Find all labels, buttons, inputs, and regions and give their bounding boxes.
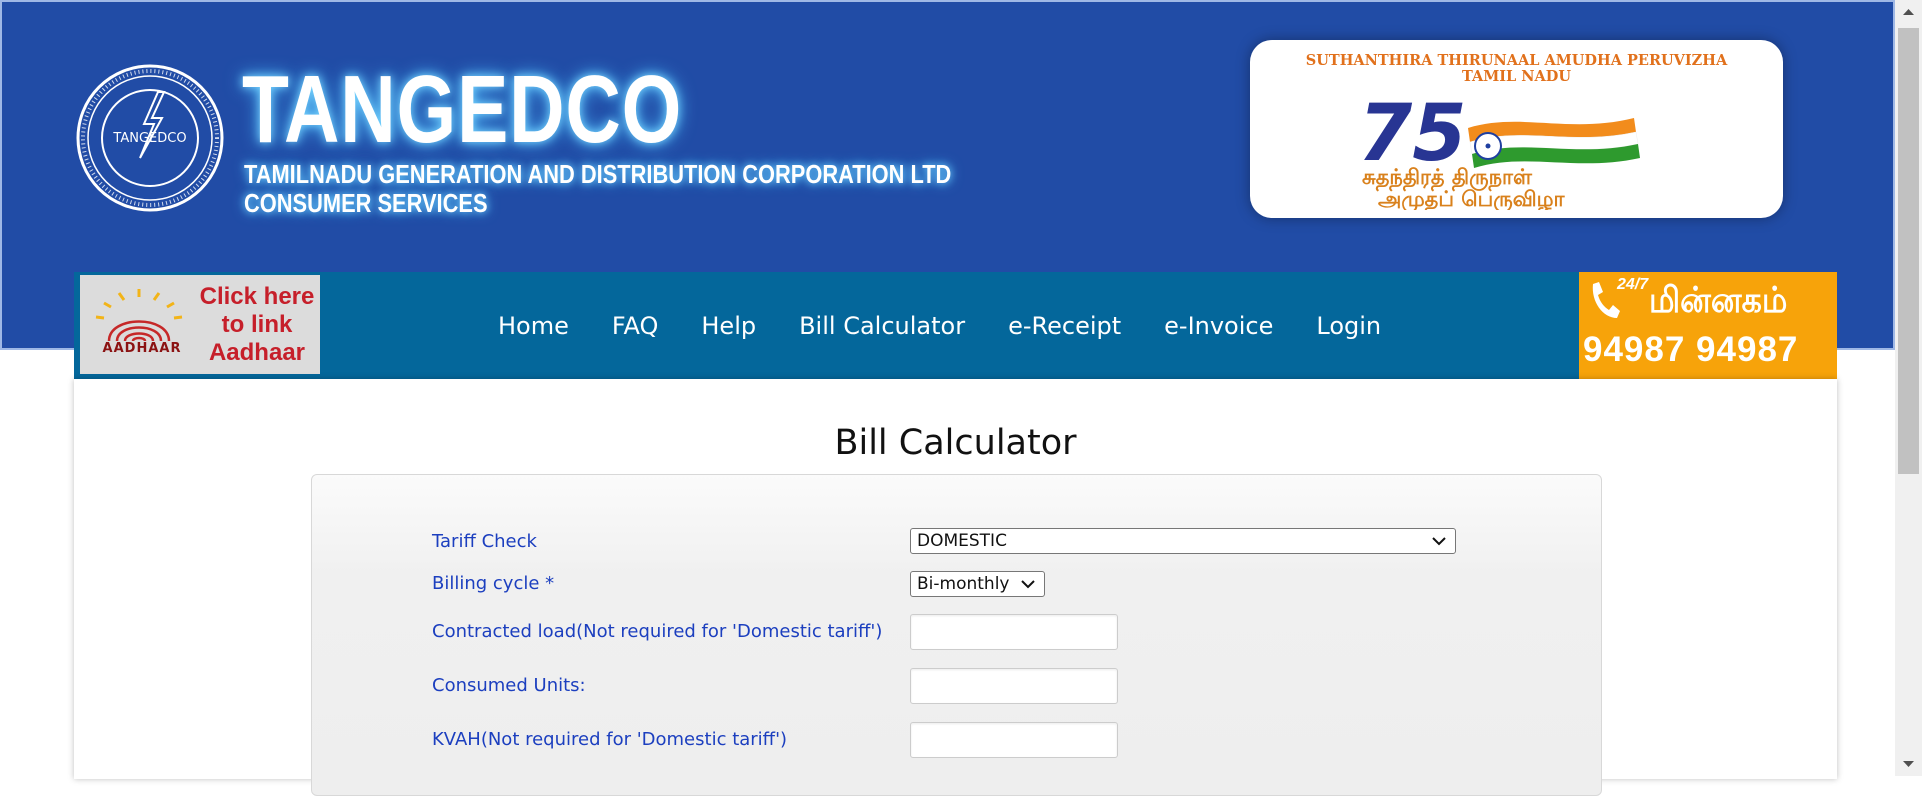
contracted-load-label: Contracted load(Not required for 'Domest… [432,621,883,642]
helpline-title: மின்னகம் [1649,280,1788,321]
aadhaar-cta-text: Click here to link Aadhaar [199,283,315,366]
tariff-check-label: Tariff Check [432,531,537,552]
tangedco-seal-logo: TANGEDCO [76,64,224,212]
nav-login[interactable]: Login [1316,312,1381,340]
scroll-down-arrow-icon[interactable] [1903,760,1914,768]
helpline-number: 94987 94987 [1583,330,1799,369]
bill-calculator-form: Tariff Check DOMESTIC Billing cycle * Bi… [311,474,1602,796]
azadi-amrit-mahotsav-card: SUTHANTHIRA THIRUNAAL AMUDHA PERUVIZHA T… [1250,40,1783,218]
minnagam-helpline: 24/7 மின்னகம் 94987 94987 [1579,272,1837,379]
event-logo-text-2: அமுதப் பெருவிழா [1378,187,1565,210]
event-line-1: SUTHANTHIRA THIRUNAAL AMUDHA PERUVIZHA [1305,52,1728,69]
kvah-input[interactable] [910,722,1118,758]
nav-faq[interactable]: FAQ [612,312,659,340]
brand-title: TANGEDCO [242,56,683,163]
vertical-scrollbar[interactable] [1895,0,1922,776]
consumed-units-input[interactable] [910,668,1118,704]
kvah-label: KVAH(Not required for 'Domestic tariff') [432,729,788,750]
consumed-units-label: Consumed Units: [432,675,586,696]
scrollbar-thumb[interactable] [1898,28,1919,474]
billing-cycle-select[interactable]: Bi-monthly [910,571,1045,597]
amudha-peruvizha-logo: 75 சுதந்திரத் திருநாள் அமுதப் பெருவிழா [1358,98,1640,210]
aadhaar-link-banner[interactable]: AADHAAR Click here to link Aadhaar [80,275,320,374]
event-line-2: TAMIL NADU [1461,68,1572,85]
brand-service: CONSUMER SERVICES [244,188,488,218]
tariff-check-value: DOMESTIC [917,531,1007,551]
nav-help[interactable]: Help [701,312,756,340]
page-title: Bill Calculator [834,423,1077,463]
aadhaar-word: AADHAAR [102,341,182,356]
helpline-badge: 24/7 [1617,276,1649,293]
tariff-check-select[interactable]: DOMESTIC [910,528,1456,554]
main-navbar: AADHAAR Click here to link Aadhaar Home … [74,272,1837,379]
chevron-down-icon [1021,580,1035,589]
billing-cycle-value: Bi-monthly [917,574,1010,594]
nav-home[interactable]: Home [498,312,569,340]
billing-cycle-label: Billing cycle * [432,573,555,594]
phone-icon [1592,282,1620,318]
brand-subtitle: TAMILNADU GENERATION AND DISTRIBUTION CO… [244,159,952,189]
seal-text: TANGEDCO [112,131,186,146]
nav-menu: Home FAQ Help Bill Calculator e-Receipt … [498,272,1424,379]
nav-e-invoice[interactable]: e-Invoice [1164,312,1273,340]
nav-bill-calculator[interactable]: Bill Calculator [799,312,965,340]
aadhaar-fingerprint-icon [95,289,183,342]
contracted-load-input[interactable] [910,614,1118,650]
scroll-up-arrow-icon[interactable] [1903,8,1914,16]
content-panel: Bill Calculator Tariff Check DOMESTIC Bi… [74,379,1837,796]
nav-e-receipt[interactable]: e-Receipt [1008,312,1121,340]
chevron-down-icon [1432,537,1446,546]
